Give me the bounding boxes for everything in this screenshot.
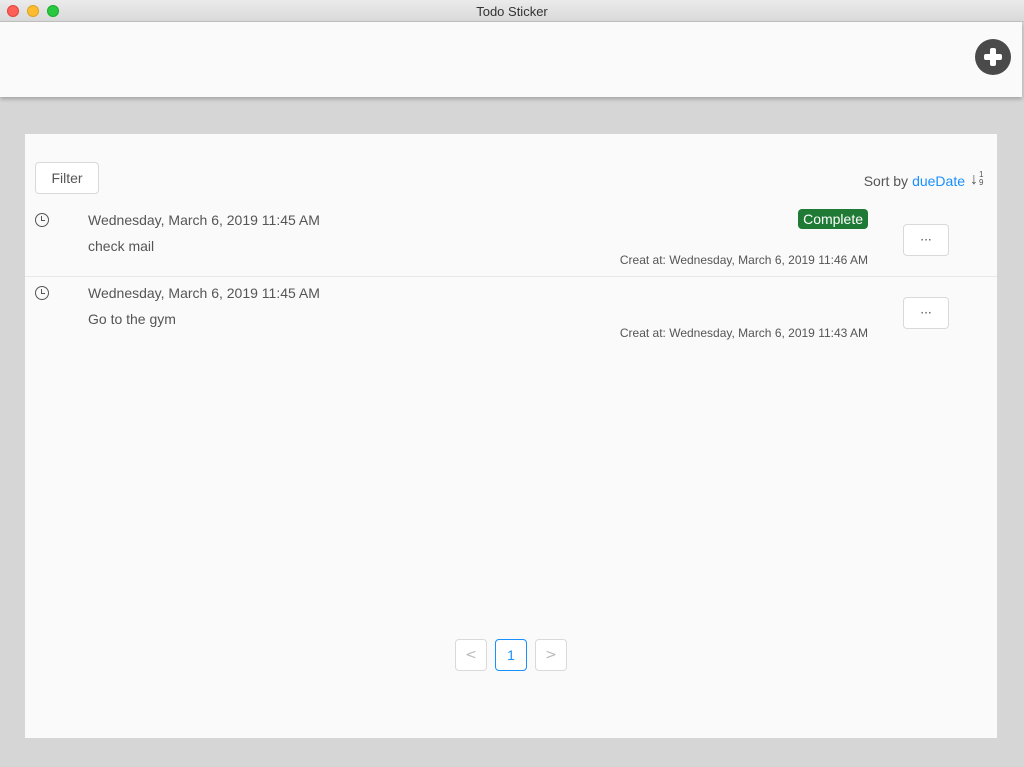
add-todo-button[interactable]: [975, 39, 1011, 75]
todo-item: Wednesday, March 6, 2019 11:45 AM check …: [25, 204, 997, 277]
status-badge: Complete: [798, 209, 868, 229]
todo-item: Wednesday, March 6, 2019 11:45 AM Go to …: [25, 277, 997, 350]
pagination-prev-button[interactable]: <: [455, 639, 487, 671]
pagination-page-1[interactable]: 1: [495, 639, 527, 671]
todo-due-date: Wednesday, March 6, 2019 11:45 AM: [88, 212, 320, 228]
sort-label: Sort by: [863, 173, 909, 189]
filter-button[interactable]: Filter: [35, 162, 99, 194]
todo-more-button[interactable]: ···: [903, 297, 949, 329]
todo-panel: Filter Sort by dueDate ↓ 1 9 Wednesday, …: [25, 134, 997, 738]
sort-control: Sort by dueDate ↓ 1 9: [863, 170, 987, 190]
sort-numeric-down-icon[interactable]: ↓ 1 9: [969, 170, 987, 190]
sort-icon-digits: 1 9: [979, 170, 984, 187]
todo-title: Go to the gym: [88, 311, 176, 327]
todo-more-button[interactable]: ···: [903, 224, 949, 256]
todo-created-at: Creat at: Wednesday, March 6, 2019 11:46…: [619, 253, 868, 267]
todo-list: Wednesday, March 6, 2019 11:45 AM check …: [25, 204, 997, 350]
clock-icon: [35, 213, 49, 227]
todo-title: check mail: [88, 238, 155, 254]
window-titlebar: Todo Sticker: [0, 0, 1024, 22]
clock-icon: [35, 286, 49, 300]
todo-created-at: Creat at: Wednesday, March 6, 2019 11:43…: [619, 326, 868, 340]
pagination-next-button[interactable]: >: [535, 639, 567, 671]
pagination: < 1 >: [455, 639, 567, 671]
todo-due-date: Wednesday, March 6, 2019 11:45 AM: [88, 285, 320, 301]
app-header: [0, 22, 1022, 97]
sort-field-link[interactable]: dueDate: [912, 173, 965, 189]
window-title: Todo Sticker: [476, 4, 548, 19]
